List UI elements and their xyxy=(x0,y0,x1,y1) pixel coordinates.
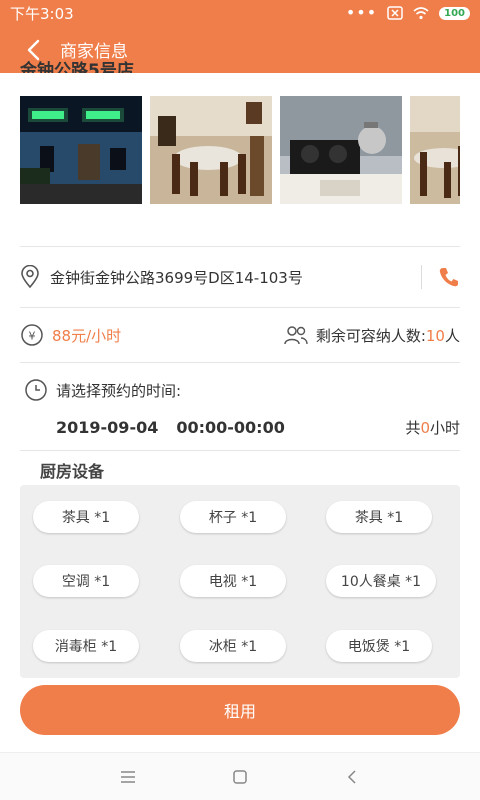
divider xyxy=(20,246,460,247)
equipment-chip: 电饭煲 *1 xyxy=(326,630,432,662)
hourly-price: 88元/小时 xyxy=(52,326,122,345)
system-nav-bar xyxy=(0,752,480,800)
equipment-chip: 消毒柜 *1 xyxy=(33,630,139,662)
capacity-label: 剩余可容纳人数:10人 xyxy=(315,326,460,345)
more-dots-icon: ••• xyxy=(345,3,378,22)
phone-icon[interactable] xyxy=(438,266,460,288)
price-row: ¥ 88元/小时 剩余可容纳人数:10人 xyxy=(20,308,460,362)
divider xyxy=(421,265,422,289)
clock-icon xyxy=(25,379,47,401)
equipment-chip: 空调 *1 xyxy=(33,565,139,597)
address-row[interactable]: 金钟街金钟公路3699号D区14-103号 xyxy=(20,248,460,306)
equipment-chip: 电视 *1 xyxy=(180,565,286,597)
wifi-icon xyxy=(413,7,429,20)
divider xyxy=(20,362,460,363)
equipment-chip: 冰柜 *1 xyxy=(180,630,286,662)
home-button[interactable] xyxy=(227,764,253,790)
back-triangle-icon xyxy=(347,769,356,784)
booking-time-range[interactable]: 00:00-00:00 xyxy=(176,418,285,437)
status-time: 下午3:03 xyxy=(10,4,74,23)
store-photo[interactable] xyxy=(150,96,272,204)
store-name: 金钟公路5号店 xyxy=(20,61,134,73)
store-photo[interactable] xyxy=(280,96,402,204)
status-bar: 下午3:03 ••• 100 xyxy=(0,0,480,26)
menu-icon xyxy=(121,770,135,783)
svg-text:¥: ¥ xyxy=(29,330,36,343)
status-icons: ••• 100 xyxy=(345,3,470,22)
time-selector[interactable]: 2019-09-04 00:00-00:00 共0小时 xyxy=(56,417,460,438)
kitchen-image xyxy=(280,96,402,204)
location-pin-icon xyxy=(21,265,39,289)
equipment-chip: 10人餐桌 *1 xyxy=(326,565,436,597)
equipment-chip: 杯子 *1 xyxy=(180,501,286,533)
storefront-image xyxy=(20,96,142,204)
equipment-chip: 茶具 *1 xyxy=(33,501,139,533)
capacity-value: 10 xyxy=(425,326,445,345)
total-hours: 共0小时 xyxy=(405,419,460,437)
store-photo[interactable] xyxy=(410,96,460,204)
menu-button[interactable] xyxy=(115,764,141,790)
people-icon xyxy=(284,326,308,345)
time-prompt-text: 请选择预约的时间: xyxy=(56,381,182,400)
photo-gallery[interactable] xyxy=(20,96,460,204)
home-square-icon xyxy=(233,769,247,784)
dining-room-image xyxy=(150,96,272,204)
dining-room-image xyxy=(410,96,460,204)
battery-icon: 100 xyxy=(439,6,470,20)
rent-button[interactable]: 租用 xyxy=(20,685,460,735)
store-photo[interactable] xyxy=(20,96,142,204)
time-prompt: 请选择预约的时间: xyxy=(24,378,181,402)
system-back-button[interactable] xyxy=(339,764,365,790)
booking-date[interactable]: 2019-09-04 xyxy=(56,418,158,437)
yen-icon: ¥ xyxy=(21,324,43,346)
divider xyxy=(20,450,460,451)
sim-disabled-icon xyxy=(387,6,403,20)
equipment-chip: 茶具 *1 xyxy=(326,501,432,533)
address-text: 金钟街金钟公路3699号D区14-103号 xyxy=(50,268,303,287)
equipment-title: 厨房设备 xyxy=(40,462,105,481)
equipment-panel: 茶具 *1 杯子 *1 茶具 *1 空调 *1 电视 *1 10人餐桌 *1 消… xyxy=(20,485,460,678)
